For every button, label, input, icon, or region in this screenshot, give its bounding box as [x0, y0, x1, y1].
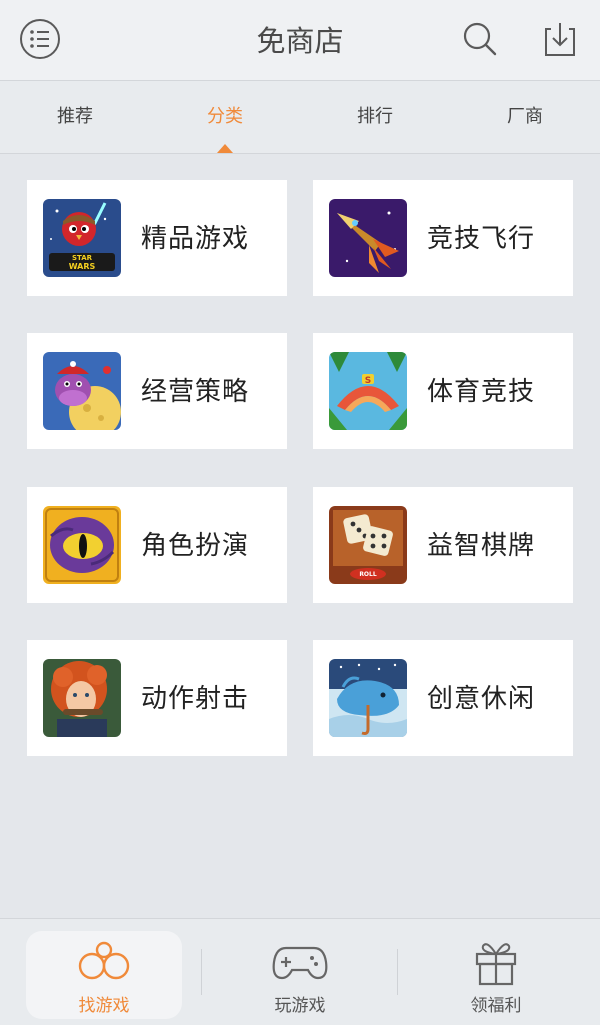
whale-umbrella-game-icon — [329, 659, 407, 737]
nav-label: 玩游戏 — [274, 996, 326, 1016]
svg-text:S: S — [365, 376, 371, 386]
glider-game-icon: S — [329, 352, 407, 430]
category-card-business-strategy[interactable]: 经营策略 — [27, 333, 287, 449]
nav-icon-wrap — [418, 937, 574, 987]
nav-icon-wrap — [26, 937, 182, 987]
hippo-cheese-game-icon — [43, 352, 121, 430]
category-card-action-shooter[interactable]: 动作射击 — [27, 640, 287, 756]
category-label: 体育竞技 — [427, 377, 536, 407]
app-header: 免商店 — [0, 0, 600, 81]
category-card-sports[interactable]: S 体育竞技 — [313, 333, 573, 449]
category-label: 角色扮演 — [141, 531, 250, 561]
nav-divider — [201, 949, 202, 995]
dice-roll-game-icon: ROLL — [329, 506, 407, 584]
star-wars-birds-game-icon: STAR WARS — [43, 199, 121, 277]
download-button[interactable] — [537, 16, 583, 62]
red-hair-archer-game-icon — [43, 659, 121, 737]
category-label: 竞技飞行 — [427, 224, 536, 254]
nav-label: 领福利 — [470, 996, 522, 1016]
category-tabs: 推荐 分类 排行 厂商 — [0, 81, 600, 154]
search-button[interactable] — [457, 16, 503, 62]
download-icon — [545, 23, 575, 56]
category-label: 精品游戏 — [141, 224, 250, 254]
nav-divider — [397, 949, 398, 995]
nav-play-games[interactable]: 玩游戏 — [222, 931, 378, 1019]
category-card-racing-flight[interactable]: 竞技飞行 — [313, 180, 573, 296]
tab-recommend[interactable]: 推荐 — [0, 81, 150, 153]
search-icon — [463, 22, 497, 56]
category-label: 益智棋牌 — [427, 531, 536, 561]
category-card-premium-games[interactable]: STAR WARS 精品游戏 — [27, 180, 287, 296]
category-label: 经营策略 — [141, 377, 250, 407]
tab-categories[interactable]: 分类 — [150, 81, 300, 153]
category-label: 动作射击 — [141, 684, 250, 714]
nav-get-rewards[interactable]: 领福利 — [418, 931, 574, 1019]
nav-find-games[interactable]: 找游戏 — [26, 931, 182, 1019]
tab-vendors[interactable]: 厂商 — [450, 81, 600, 153]
svg-text:STAR: STAR — [72, 254, 93, 262]
find-games-icon — [78, 941, 130, 980]
rocket-game-icon — [329, 199, 407, 277]
dragon-eye-game-icon — [43, 506, 121, 584]
tab-ranking[interactable]: 排行 — [300, 81, 450, 153]
category-label: 创意休闲 — [427, 684, 536, 714]
active-tab-indicator — [217, 144, 233, 153]
category-card-puzzle-board[interactable]: ROLL 益智棋牌 — [313, 487, 573, 603]
bottom-navigation: 找游戏 玩游戏 领福利 — [0, 918, 600, 1025]
page-title: 免商店 — [256, 24, 344, 58]
category-card-casual[interactable]: 创意休闲 — [313, 640, 573, 756]
svg-text:ROLL: ROLL — [359, 571, 377, 578]
nav-label: 找游戏 — [78, 996, 130, 1016]
gift-icon — [475, 943, 517, 986]
gamepad-icon — [272, 946, 328, 980]
nav-icon-wrap — [222, 937, 378, 987]
svg-text:WARS: WARS — [69, 262, 96, 271]
category-card-role-playing[interactable]: 角色扮演 — [27, 487, 287, 603]
